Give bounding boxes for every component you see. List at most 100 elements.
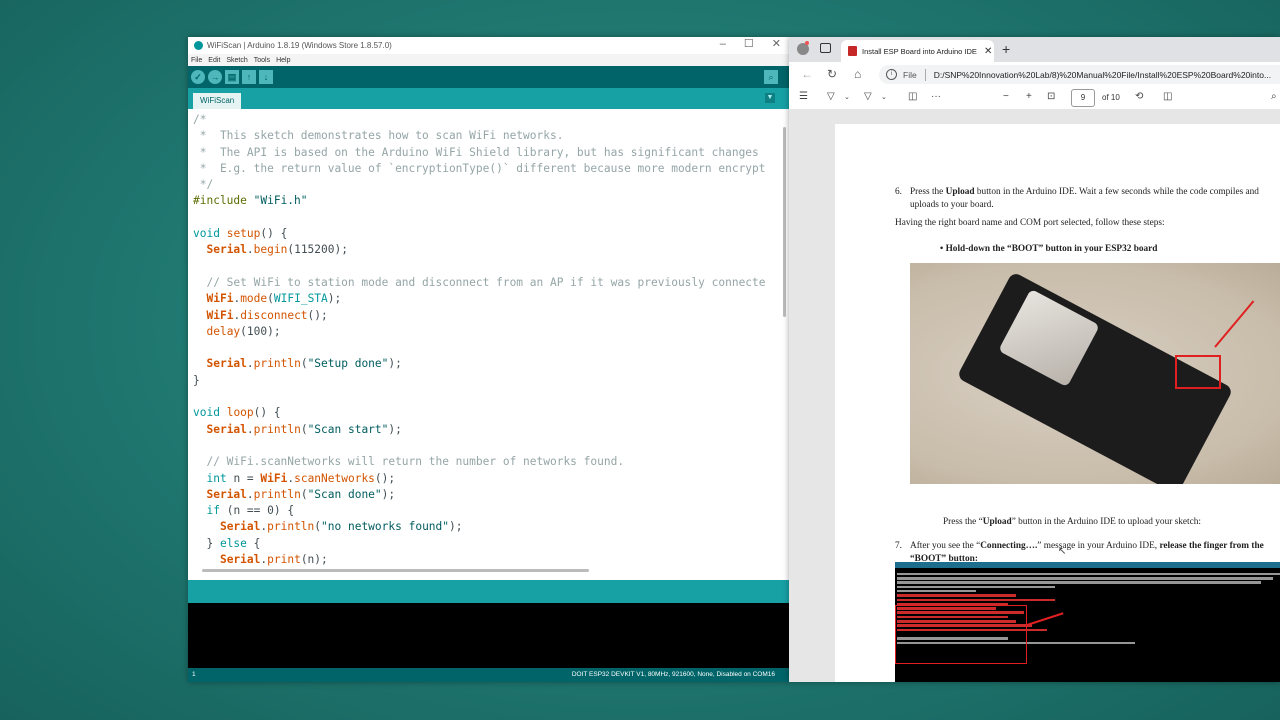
step-7-bold-1: Connecting…. [980, 541, 1038, 551]
code-line: * The API is based on the Arduino WiFi S… [193, 145, 759, 159]
erase-icon[interactable]: ◫ [908, 91, 917, 102]
page-number-input[interactable]: 9 [1071, 89, 1095, 107]
tab-menu-button[interactable]: ▼ [765, 93, 775, 103]
step-7-text-a: After you see the “ [910, 541, 981, 551]
zoom-in-button[interactable]: + [1026, 91, 1032, 102]
console-screenshot-line [897, 572, 1280, 576]
chevron-down-icon[interactable]: ⌄ [881, 93, 887, 101]
highlight-icon[interactable]: ▽ [864, 91, 872, 102]
status-bar [188, 580, 789, 603]
console-highlight-box [895, 605, 1027, 664]
minimize-button[interactable]: – [720, 37, 726, 52]
tab-wifiscan[interactable]: WiFiScan [193, 93, 242, 109]
tab-close-icon[interactable]: ✕ [984, 46, 992, 57]
menu-tools[interactable]: Tools [254, 57, 270, 64]
code-line: * This sketch demonstrates how to scan W… [193, 129, 564, 143]
esp32-board-photo [910, 263, 1280, 484]
rotate-icon[interactable]: ⟲ [1135, 91, 1143, 102]
draw-icon[interactable]: ▽ [827, 91, 835, 102]
address-bar[interactable]: i File D:/SNP%20Innovation%20Lab/8)%20Ma… [879, 65, 1280, 84]
horizontal-scrollbar[interactable] [202, 569, 589, 572]
pdf-page: 6. Press the Upload button in the Arduin… [835, 124, 1280, 682]
close-button[interactable]: ✕ [772, 37, 781, 52]
code-line: } else { [193, 536, 261, 550]
url-text[interactable]: D:/SNP%20Innovation%20Lab/8)%20Manual%20… [934, 70, 1271, 80]
new-sketch-button[interactable]: ▤ [225, 70, 239, 84]
notification-dot [805, 41, 809, 45]
code-line: Serial.print(n); [219, 553, 328, 567]
arduino-title-bar: WiFiScan | Arduino 1.8.19 (Windows Store… [188, 37, 789, 54]
pdf-icon [848, 46, 857, 56]
edge-window: Install ESP Board into Arduino IDE ✕ + ←… [789, 37, 1280, 682]
console-screenshot-line [897, 577, 1274, 580]
code-text: /* * This sketch demonstrates how to sca… [193, 112, 766, 568]
tab-install-esp-board[interactable]: Install ESP Board into Arduino IDE ✕ [841, 40, 994, 62]
code-line: // Set WiFi to station mode and disconne… [193, 275, 766, 289]
menu-sketch[interactable]: Sketch [226, 57, 247, 64]
code-line: Serial.println("Setup done"); [206, 357, 402, 371]
upload-text-b: ” button in the Arduino IDE to upload yo… [1011, 517, 1201, 527]
console-screenshot [895, 562, 1280, 682]
code-line: delay(100); [206, 324, 281, 338]
new-tab-button[interactable]: + [1002, 41, 1010, 57]
upload-paragraph: Press the “Upload” button in the Arduino… [943, 516, 1201, 529]
board-paragraph: Having the right board name and COM port… [895, 218, 1165, 228]
back-icon[interactable]: ← [801, 67, 813, 81]
menu-file[interactable]: File [191, 57, 202, 64]
board-info: DOIT ESP32 DEVKIT V1, 80MHz, 921600, Non… [571, 671, 775, 678]
code-line: if (n == 0) { [206, 504, 295, 518]
annotation-line [1214, 300, 1255, 348]
menu-help[interactable]: Help [276, 57, 290, 64]
boot-button-highlight [1175, 355, 1221, 389]
line-number: 1 [192, 671, 196, 678]
code-line: } [193, 373, 200, 387]
arduino-app-icon [194, 41, 203, 50]
home-icon[interactable]: ⌂ [854, 67, 861, 81]
arduino-menu-bar: File Edit Sketch Tools Help [188, 54, 789, 66]
upload-button[interactable]: → [208, 70, 222, 84]
verify-button[interactable]: ✓ [191, 70, 205, 84]
arduino-toolbar: ✓ → ▤ ↑ ↓ ⌕ [188, 66, 789, 88]
more-icon[interactable]: ··· [931, 91, 941, 102]
step-6-number: 6. [895, 187, 902, 197]
step-6-bold: Upload [945, 187, 975, 197]
info-icon[interactable]: i [886, 69, 897, 80]
boot-bullet: • Hold-down the “BOOT” button in your ES… [940, 244, 1158, 254]
code-editor[interactable]: /* * This sketch demonstrates how to sca… [188, 109, 789, 580]
tab-actions-icon[interactable] [820, 43, 831, 53]
maximize-button[interactable]: ☐ [744, 37, 754, 52]
code-line: WiFi.disconnect(); [206, 308, 328, 322]
code-line: Serial.println("Scan done"); [206, 487, 396, 501]
refresh-icon[interactable]: ↻ [827, 67, 837, 81]
contents-icon[interactable]: ☰ [799, 91, 808, 102]
console-screenshot-line [897, 581, 1262, 584]
pdf-toolbar: ☰ ▽ ⌄ ▽ ⌄ ◫ ··· − + ⊡ 9 of 10 ⟲ ◫ ⌕ [789, 87, 1280, 110]
upload-text-a: Press the “ [943, 517, 983, 527]
search-icon[interactable]: ⌕ [1271, 91, 1277, 102]
zoom-out-button[interactable]: − [1003, 91, 1009, 102]
code-line: Serial.println("no networks found"); [219, 520, 463, 534]
chevron-down-icon[interactable]: ⌄ [844, 93, 850, 101]
code-line: WiFi.mode(WIFI_STA); [206, 292, 342, 306]
code-line: Serial.begin(115200); [206, 243, 348, 257]
pdf-viewer[interactable]: 6. Press the Upload button in the Arduin… [789, 109, 1280, 682]
page-view-icon[interactable]: ◫ [1163, 91, 1172, 102]
tab-title: Install ESP Board into Arduino IDE [862, 46, 977, 56]
console-screenshot-line [897, 598, 1056, 602]
menu-edit[interactable]: Edit [208, 57, 220, 64]
fit-page-icon[interactable]: ⊡ [1047, 91, 1055, 102]
step-6: 6. Press the Upload button in the Arduin… [895, 186, 1280, 211]
arduino-window: WiFiScan | Arduino 1.8.19 (Windows Store… [188, 37, 789, 682]
arduino-window-title: WiFiScan | Arduino 1.8.19 (Windows Store… [207, 41, 392, 50]
upload-bold: Upload [982, 517, 1012, 527]
save-sketch-button[interactable]: ↓ [259, 70, 273, 84]
sketch-tab-bar: WiFiScan ▼ [188, 88, 789, 109]
step-7-text-b: ” message in your Arduino IDE, [1037, 541, 1160, 551]
console-screenshot-line [897, 585, 1056, 589]
open-sketch-button[interactable]: ↑ [242, 70, 256, 84]
vertical-scrollbar[interactable] [783, 127, 786, 317]
serial-monitor-button[interactable]: ⌕ [764, 70, 778, 84]
